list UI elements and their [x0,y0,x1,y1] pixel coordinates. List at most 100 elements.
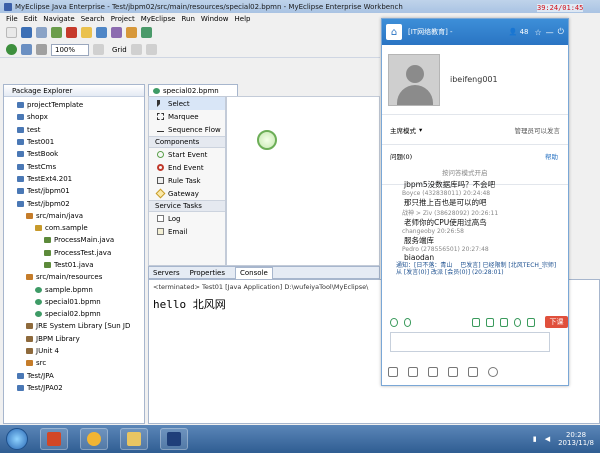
ppt-icon[interactable] [499,317,508,327]
screen-share-icon[interactable] [472,317,481,327]
zoom-select[interactable]: 100% [51,43,89,56]
new-icon[interactable] [6,27,17,38]
camera-icon[interactable] [513,317,522,327]
flower-icon[interactable] [403,317,412,327]
snap-icon[interactable] [93,44,104,55]
volume-icon[interactable]: ◀ [545,435,550,443]
start-event-node[interactable] [257,130,277,150]
tree-item[interactable]: Test/JPA02 [4,382,144,394]
tree-item[interactable]: src/main/java [4,210,144,222]
tree-item[interactable]: ProcessTest.java [4,247,144,259]
document-icon[interactable] [448,367,458,377]
palette-sequence-flow[interactable]: Sequence Flow [149,123,225,136]
menu-search[interactable]: Search [81,15,105,23]
tree-item[interactable]: TestBook [4,148,144,160]
palette-log[interactable]: Log [149,212,225,225]
record-circle-icon[interactable] [488,367,498,377]
tab-servers[interactable]: Servers [153,269,180,277]
help-link[interactable]: 帮助 [545,151,558,161]
palette-rule-task[interactable]: Rule Task [149,174,225,187]
menu-navigate[interactable]: Navigate [43,15,74,23]
tree-item[interactable]: JRE System Library [Sun JD [4,320,144,332]
chat-history[interactable]: jbpm5没数据库吗？不会吧 Boyce (432838011) 20:24:48… [382,177,568,327]
save-icon[interactable] [21,27,32,38]
print-icon[interactable] [36,27,47,38]
tree-item[interactable]: JUnit 4 [4,345,144,357]
palette-email[interactable]: Email [149,225,225,238]
tree-item[interactable]: ProcessMain.java [4,234,144,246]
perspective-icon[interactable] [111,27,122,38]
palette-components-header[interactable]: Components [149,136,225,148]
server-icon[interactable] [51,27,62,38]
menu-run[interactable]: Run [181,15,194,23]
bpmn-canvas[interactable] [226,96,380,266]
mode-dropdown[interactable]: 主席模式 [390,125,416,135]
bookmark-icon[interactable] [126,27,137,38]
palette-select[interactable]: Select [149,97,225,110]
tree-item[interactable]: Test/jbpm01 [4,185,144,197]
palette-marquee[interactable]: Marquee [149,110,225,123]
tab-console[interactable]: Console [235,266,273,279]
menu-window[interactable]: Window [201,15,229,23]
question-count[interactable]: 问题(0) [390,153,412,161]
start-button[interactable] [6,428,28,450]
palette-start-event[interactable]: Start Event [149,148,225,161]
tree-item[interactable]: Test/jbpm02 [4,197,144,209]
minimize-icon[interactable]: — [546,28,554,37]
stop-icon[interactable] [66,27,77,38]
image-icon[interactable] [468,367,478,377]
music-icon[interactable] [428,367,438,377]
home-icon[interactable]: ⌂ [386,24,402,40]
speaker-icon[interactable] [388,367,398,377]
external-tools-icon[interactable] [36,44,47,55]
grid-toggle[interactable]: Grid [112,46,127,54]
tree-item[interactable]: src [4,357,144,369]
settings-icon[interactable]: ☆ [535,28,542,37]
emoji-icon[interactable] [390,317,398,327]
record-icon[interactable] [527,317,536,327]
menu-help[interactable]: Help [235,15,251,23]
clock[interactable]: 20:28 2013/11/8 [558,431,594,447]
menu-myeclipse[interactable]: MyEclipse [141,15,176,23]
palette-end-event[interactable]: End Event [149,161,225,174]
open-type-icon[interactable] [96,27,107,38]
network-icon[interactable]: ▮ [533,435,537,443]
tree-item[interactable]: src/main/resources [4,271,144,283]
package-icon[interactable] [81,27,92,38]
tree-item[interactable]: special02.bpmn [4,308,144,320]
whiteboard-icon[interactable] [486,317,494,327]
tree-item[interactable]: Test01.java [4,259,144,271]
tree-item[interactable]: shopx [4,111,144,123]
taskbar-explorer[interactable] [120,428,148,450]
chevron-down-icon[interactable]: ▾ [419,126,422,134]
taskbar-myeclipse[interactable] [160,428,188,450]
microphone-icon[interactable] [408,367,418,377]
menu-project[interactable]: Project [111,15,135,23]
tree-item[interactable]: projectTemplate [4,99,144,111]
taskbar-powerpoint[interactable] [40,428,68,450]
tree-item[interactable]: test [4,124,144,136]
palette-gateway[interactable]: Gateway [149,187,225,200]
run-icon[interactable] [6,44,17,55]
palette-service-header[interactable]: Service Tasks [149,200,225,212]
menu-file[interactable]: File [6,15,18,23]
tree-item[interactable]: TestCms [4,160,144,172]
power-icon[interactable]: ⏻ [558,27,564,37]
chat-input[interactable] [390,332,550,352]
taskbar-qq[interactable] [80,428,108,450]
tree-item[interactable]: sample.bpmn [4,283,144,295]
debug-icon[interactable] [21,44,32,55]
jbpm-icon[interactable] [141,27,152,38]
tree-item[interactable]: Test001 [4,136,144,148]
editor-tab-special02[interactable]: special02.bpmn [148,84,238,96]
align-icon[interactable] [130,44,142,55]
leave-class-button[interactable]: 下课 [545,316,568,328]
tree-item[interactable]: special01.bpmn [4,296,144,308]
tree-item[interactable]: TestExt4.201 [4,173,144,185]
tab-properties[interactable]: Properties [190,269,225,277]
tree-item[interactable]: JBPM Library [4,333,144,345]
avatar[interactable] [388,53,440,106]
tree-item[interactable]: Test/JPA [4,370,144,382]
tree-item[interactable]: com.sample [4,222,144,234]
layout-icon[interactable] [145,44,157,55]
